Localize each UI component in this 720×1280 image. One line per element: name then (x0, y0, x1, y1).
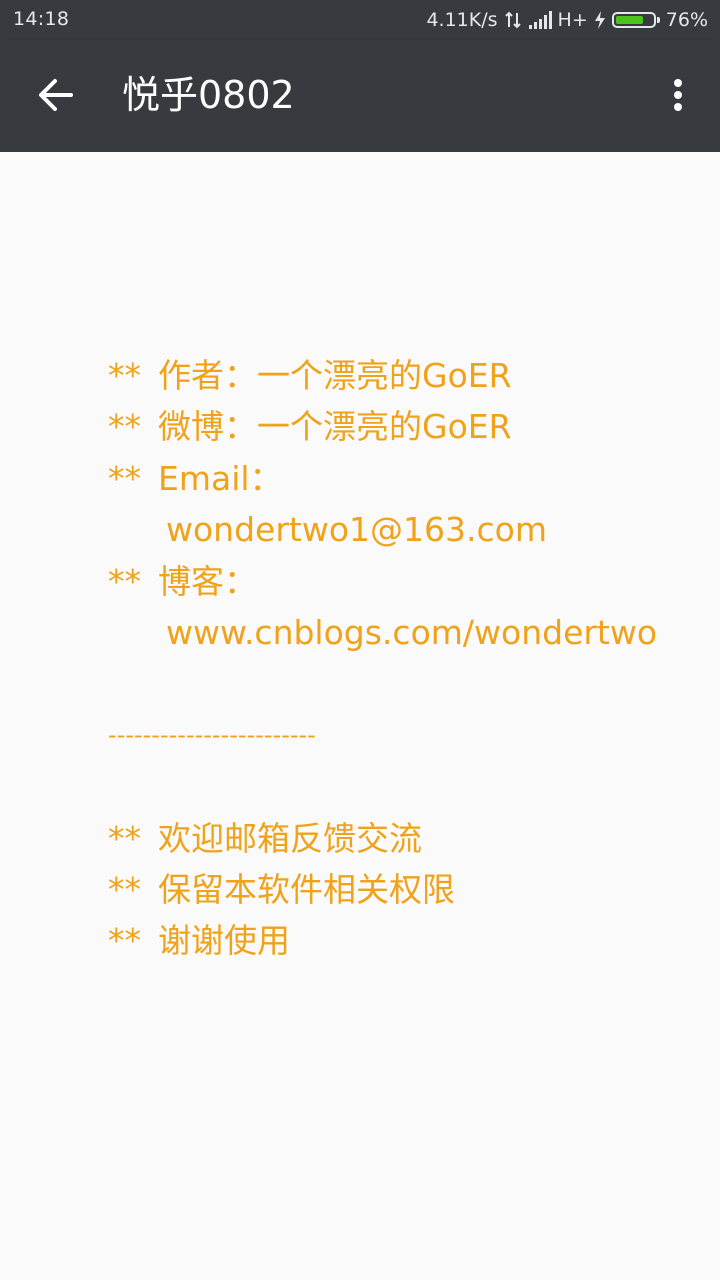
blog-url[interactable]: www.cnblogs.com/wondertwo (108, 607, 698, 658)
blog-label: 博客： (158, 561, 257, 601)
feedback-text: 欢迎邮箱反馈交流 (158, 818, 422, 858)
net-speed: 4.11K/s (426, 9, 498, 31)
data-arrows-icon (504, 11, 522, 29)
bullet: ** (108, 356, 141, 395)
feedback-line: ** 欢迎邮箱反馈交流 (108, 813, 698, 864)
network-type: H+ (557, 9, 588, 31)
bullet: ** (108, 458, 141, 498)
email-label-line: ** Email： (108, 453, 698, 504)
more-vert-icon (674, 79, 682, 111)
charge-icon (594, 11, 606, 29)
battery-percent: 76% (665, 9, 708, 31)
rights-text: 保留本软件相关权限 (158, 869, 455, 909)
email-value[interactable]: wondertwo1@163.com (108, 504, 698, 555)
status-bar: 14:18 4.11K/s H+ 76% (0, 0, 720, 40)
bullet: ** (108, 818, 141, 858)
app-bar: 悦乎0802 (0, 40, 720, 152)
status-icons: 4.11K/s H+ 76% (426, 8, 708, 32)
back-button[interactable] (22, 61, 90, 129)
status-time: 14:18 (13, 8, 70, 30)
author-line: ** 作者：一个漂亮的GoER (108, 350, 698, 401)
signal-icon (528, 11, 552, 29)
battery-fill (615, 16, 643, 24)
blog-label-line: ** 博客： (108, 556, 698, 607)
divider: ------------------------ (108, 720, 316, 749)
email-label: Email： (158, 458, 283, 498)
about-info: ** 作者：一个漂亮的GoER ** 微博：一个漂亮的GoER ** Email： w… (108, 350, 698, 967)
author-text: 作者：一个漂亮的GoER (158, 356, 512, 395)
more-options-button[interactable] (650, 61, 706, 129)
bullet: ** (108, 921, 141, 961)
battery-icon (611, 12, 660, 28)
bullet: ** (108, 407, 141, 447)
weibo-line: ** 微博：一个漂亮的GoER (108, 401, 698, 452)
about-content: ** 作者：一个漂亮的GoER ** 微博：一个漂亮的GoER ** Email： w… (0, 152, 720, 1280)
rights-line: ** 保留本软件相关权限 (108, 864, 698, 915)
page-title: 悦乎0802 (122, 73, 295, 117)
bullet: ** (108, 561, 141, 601)
arrow-left-icon (39, 79, 73, 111)
thanks-line: ** 谢谢使用 (108, 915, 698, 966)
thanks-text: 谢谢使用 (158, 921, 290, 961)
bullet: ** (108, 869, 141, 909)
weibo-text: 微博：一个漂亮的GoER (158, 407, 512, 447)
